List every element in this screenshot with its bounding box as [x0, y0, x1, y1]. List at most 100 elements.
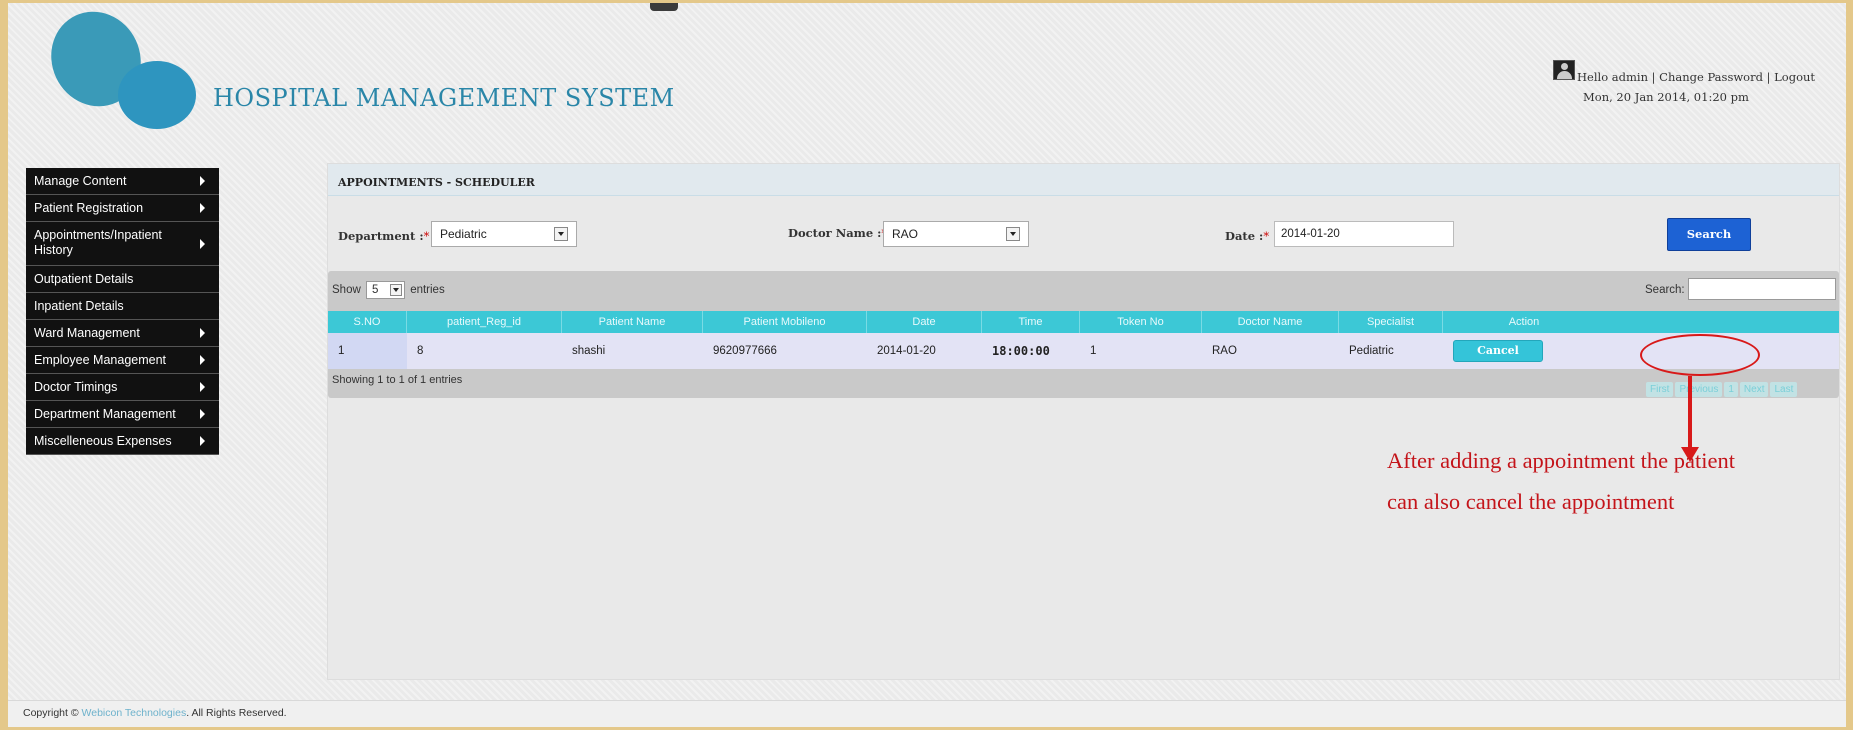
sidebar-item-appointments[interactable]: Appointments/Inpatient History [26, 222, 219, 266]
column-header[interactable]: Patient Mobileno [703, 311, 867, 333]
column-header[interactable]: Doctor Name [1202, 311, 1339, 333]
panel-title: APPOINTMENTS - SCHEDULER [328, 164, 1839, 196]
copyright-text: Copyright © Webicon Technologies. All Ri… [23, 707, 287, 719]
table-row: 1 8 shashi 9620977666 2014-01-20 18:00:0… [328, 333, 1839, 369]
date-label: Date :* [1225, 229, 1270, 243]
cancel-appointment-button[interactable]: Cancel [1453, 340, 1543, 362]
page-number-button[interactable]: 1 [1724, 382, 1738, 397]
cell-sno: 1 [328, 333, 407, 369]
sidebar-item-label: Department Management [34, 407, 176, 421]
table-header: S.NO patient_Reg_id Patient Name Patient… [328, 311, 1839, 333]
pagination: First Previous 1 Next Last [1646, 382, 1798, 397]
page-first-button[interactable]: First [1646, 382, 1674, 397]
sidebar-item-label: Miscelleneous Expenses [34, 434, 172, 448]
sidebar-item-label: Ward Management [34, 326, 140, 340]
cell-mobile: 9620977666 [713, 345, 777, 357]
date-input[interactable]: 2014-01-20 [1274, 221, 1454, 247]
table-search-input[interactable] [1688, 278, 1836, 300]
sidebar-item-doctor-timings[interactable]: Doctor Timings [26, 374, 219, 401]
column-header: Action [1508, 316, 1540, 328]
dropdown-arrow-icon[interactable] [1006, 227, 1020, 241]
column-header[interactable]: S.NO [328, 311, 407, 333]
app-title: HOSPITAL MANAGEMENT SYSTEM [213, 84, 675, 112]
show-label: Show [332, 284, 361, 297]
sidebar-item-label: Inpatient Details [34, 299, 124, 313]
department-value: Pediatric [440, 227, 487, 241]
column-header[interactable]: patient_Reg_id [407, 311, 562, 333]
search-button[interactable]: Search [1667, 218, 1751, 251]
logo-circle-small [118, 61, 196, 129]
table-search-label: Search: [1645, 284, 1685, 296]
entries-label: entries [410, 284, 445, 297]
window-notch [650, 3, 678, 11]
appointments-table-wrapper: Show 5 entries Search: S.NO patient_Reg_… [328, 271, 1839, 398]
dropdown-arrow-icon[interactable] [389, 284, 402, 296]
logo [30, 0, 200, 130]
greeting-text: Hello admin [1577, 70, 1648, 84]
column-header[interactable]: Patient Name [562, 311, 703, 333]
doctor-value: RAO [892, 227, 919, 241]
cell-specialist: Pediatric [1349, 345, 1394, 357]
current-datetime: Mon, 20 Jan 2014, 01:20 pm [1583, 90, 1749, 104]
column-header[interactable]: Token No [1080, 311, 1202, 333]
doctor-select[interactable]: RAO [883, 221, 1029, 247]
annotation-note: After adding a appointment the patient c… [1387, 440, 1735, 522]
column-header[interactable]: Specialist [1339, 311, 1443, 333]
change-password-link[interactable]: Change Password [1659, 70, 1763, 84]
chevron-right-icon [200, 409, 205, 419]
page-previous-button[interactable]: Previous [1675, 382, 1723, 397]
sidebar-item-outpatient-details[interactable]: Outpatient Details [26, 266, 219, 293]
chevron-right-icon [200, 238, 205, 249]
separator: | [1766, 70, 1771, 84]
annotation-arrow [1688, 376, 1692, 450]
company-link[interactable]: Webicon Technologies [82, 707, 187, 719]
footer: Copyright © Webicon Technologies. All Ri… [8, 700, 1846, 727]
show-entries-control: Show 5 entries [332, 281, 445, 299]
cell-time: 18:00:00 [992, 344, 1050, 358]
sidebar-item-label: Doctor Timings [34, 380, 118, 394]
column-header[interactable]: Time [982, 311, 1080, 333]
sidebar-item-label: Outpatient Details [34, 272, 134, 286]
chevron-right-icon [200, 176, 205, 186]
sidebar-item-label: Employee Management [34, 353, 167, 367]
showing-info: Showing 1 to 1 of 1 entries [332, 374, 463, 386]
highlight-ring [1640, 334, 1760, 376]
cell-action: Cancel [1443, 333, 1605, 369]
department-label: Department :* [338, 229, 430, 243]
sidebar-item-ward-management[interactable]: Ward Management [26, 320, 219, 347]
sidebar-item-department-management[interactable]: Department Management [26, 401, 219, 428]
chevron-right-icon [200, 436, 205, 446]
annotation-line-2: can also cancel the appointment [1387, 489, 1675, 514]
sidebar-item-label: Patient Registration [34, 201, 144, 215]
doctor-name-label: Doctor Name :* [788, 226, 887, 240]
chevron-right-icon [200, 203, 205, 213]
sidebar-item-label: Manage Content [34, 174, 127, 188]
annotation-line-1: After adding a appointment the patient [1387, 448, 1736, 473]
cell-doctor: RAO [1212, 345, 1237, 357]
logout-link[interactable]: Logout [1774, 70, 1815, 84]
sidebar-item-misc-expenses[interactable]: Miscelleneous Expenses [26, 428, 219, 455]
chevron-right-icon [200, 382, 205, 392]
page-next-button[interactable]: Next [1739, 382, 1769, 397]
sidebar-item-manage-content[interactable]: Manage Content [26, 168, 219, 195]
user-links: Hello admin | Change Password | Logout [1577, 70, 1815, 84]
cell-token: 1 [1090, 345, 1097, 357]
sidebar-item-employee-management[interactable]: Employee Management [26, 347, 219, 374]
user-avatar-icon [1553, 60, 1575, 80]
scheduler-panel: APPOINTMENTS - SCHEDULER Department :* P… [327, 163, 1840, 680]
chevron-right-icon [200, 355, 205, 365]
cell-patient-name: shashi [572, 345, 606, 357]
separator: | [1651, 70, 1656, 84]
sidebar-menu: Manage Content Patient Registration Appo… [26, 168, 219, 455]
dropdown-arrow-icon[interactable] [554, 227, 568, 241]
cell-reg-id: 8 [417, 345, 424, 357]
entries-select[interactable]: 5 [365, 281, 405, 299]
chevron-right-icon [200, 328, 205, 338]
sidebar-item-patient-registration[interactable]: Patient Registration [26, 195, 219, 222]
sidebar-item-label: Appointments/Inpatient History [34, 228, 162, 257]
cell-date: 2014-01-20 [877, 345, 936, 357]
sidebar-item-inpatient-details[interactable]: Inpatient Details [26, 293, 219, 320]
department-select[interactable]: Pediatric [431, 221, 577, 247]
column-header[interactable]: Date [867, 311, 982, 333]
page-last-button[interactable]: Last [1770, 382, 1798, 397]
